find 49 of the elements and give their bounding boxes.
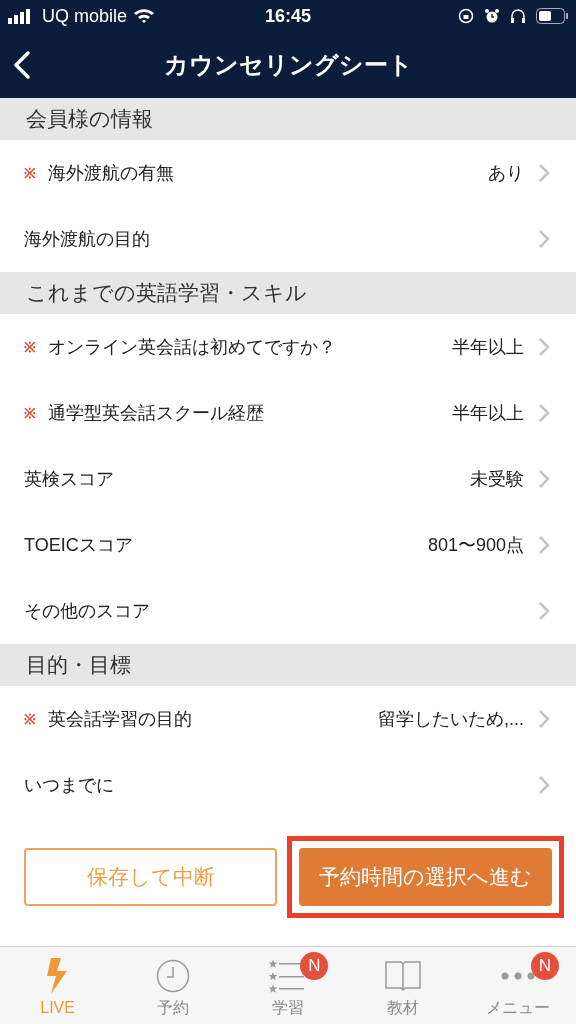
chevron-right-icon bbox=[538, 601, 550, 621]
clock-time: 16:45 bbox=[263, 4, 312, 28]
chevron-right-icon bbox=[538, 709, 550, 729]
field-label: その他のスコア bbox=[24, 599, 151, 623]
field-value: 留学したいため,... bbox=[378, 707, 524, 731]
clock-icon bbox=[155, 959, 190, 993]
field-value: 半年以上 bbox=[452, 335, 524, 359]
field-label: TOEICスコア bbox=[24, 533, 134, 557]
chevron-right-icon bbox=[538, 163, 550, 183]
field-label: 海外渡航の有無 bbox=[48, 161, 175, 185]
field-label: 英検スコア bbox=[24, 467, 115, 491]
field-label: いつまでに bbox=[24, 773, 115, 797]
notification-badge: N bbox=[300, 952, 329, 980]
chevron-right-icon bbox=[538, 403, 550, 423]
chevron-right-icon bbox=[538, 229, 550, 249]
required-mark: ※ bbox=[24, 403, 36, 423]
notification-badge: N bbox=[530, 952, 559, 980]
section-header: これまでの英語学習・スキル bbox=[26, 280, 307, 307]
wifi-icon bbox=[133, 8, 156, 24]
section-header: 会員様の情報 bbox=[26, 106, 153, 133]
back-icon bbox=[12, 50, 32, 80]
field-value: 801〜900点 bbox=[427, 533, 524, 557]
field-label: 海外渡航の目的 bbox=[24, 227, 151, 251]
field-label: 通学型英会話スクール経歴 bbox=[48, 401, 265, 425]
headphones-icon bbox=[510, 8, 526, 24]
section-header: 目的・目標 bbox=[26, 652, 131, 679]
battery-icon bbox=[536, 8, 568, 24]
required-mark: ※ bbox=[24, 709, 36, 729]
field-value: あり bbox=[488, 161, 524, 185]
carrier-name: UQ mobile bbox=[42, 4, 128, 28]
lightning-icon bbox=[46, 958, 69, 994]
more-icon bbox=[500, 971, 537, 981]
field-value: 未受験 bbox=[470, 467, 524, 491]
field-value: 半年以上 bbox=[452, 401, 524, 425]
chevron-right-icon bbox=[538, 775, 550, 795]
field-label: オンライン英会話は初めてですか？ bbox=[48, 335, 337, 359]
required-mark: ※ bbox=[24, 163, 36, 183]
screen-title: カウンセリングシート bbox=[163, 50, 413, 80]
tab-item[interactable]: N メニュー bbox=[460, 947, 576, 1024]
required-mark: ※ bbox=[24, 337, 36, 357]
chevron-right-icon bbox=[538, 469, 550, 489]
back-button[interactable] bbox=[12, 50, 32, 80]
tab-item[interactable]: N 学習 bbox=[230, 947, 346, 1024]
book-icon bbox=[385, 960, 422, 992]
chevron-right-icon bbox=[538, 535, 550, 555]
rotation-lock-icon bbox=[458, 8, 474, 24]
alarm-icon bbox=[484, 8, 500, 24]
chevron-right-icon bbox=[538, 337, 550, 357]
field-label: 英会話学習の目的 bbox=[48, 707, 193, 731]
